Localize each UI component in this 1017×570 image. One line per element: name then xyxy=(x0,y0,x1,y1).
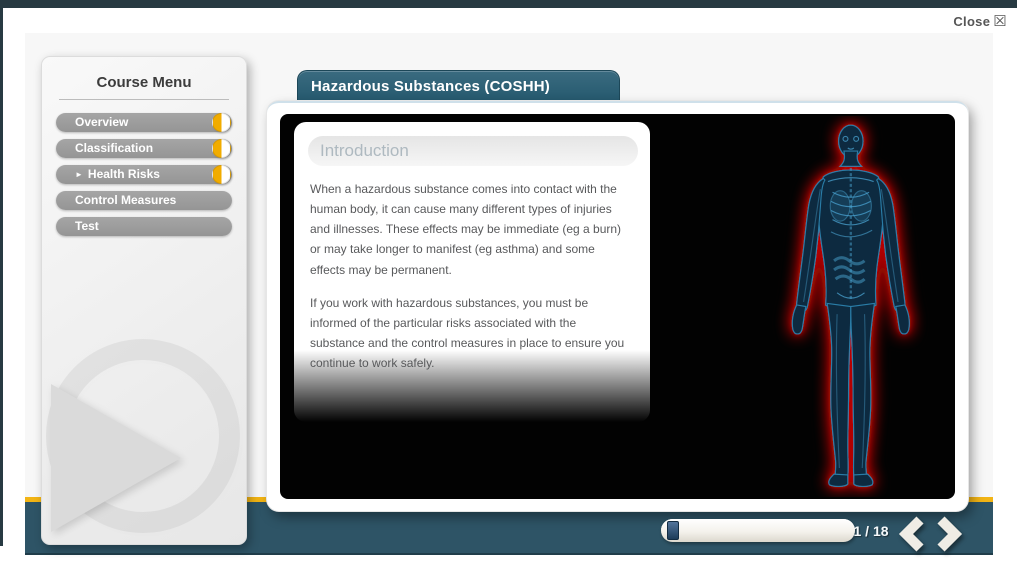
play-icon xyxy=(51,384,181,532)
menu-item-overview[interactable]: Overview xyxy=(56,113,232,132)
current-item-arrow-icon: ► xyxy=(75,170,83,179)
slide-stage: Introduction When a hazardous substance … xyxy=(280,114,955,499)
progress-scrubber[interactable] xyxy=(661,519,855,542)
slide-card: Introduction When a hazardous substance … xyxy=(267,101,968,511)
progress-indicator-icon xyxy=(212,113,231,132)
progress-indicator-icon xyxy=(212,165,231,184)
intro-text-card: Introduction When a hazardous substance … xyxy=(294,122,650,422)
window-top-border xyxy=(0,0,1017,8)
menu-item-label: Overview xyxy=(75,115,128,129)
chevron-right-icon xyxy=(933,515,965,553)
menu-item-label: Control Measures xyxy=(75,193,176,207)
menu-item-classification[interactable]: Classification xyxy=(56,139,232,158)
intro-paragraph: When a hazardous substance comes into co… xyxy=(310,179,628,280)
intro-heading-bar: Introduction xyxy=(308,136,638,166)
menu-item-test[interactable]: Test xyxy=(56,217,232,236)
progress-indicator-icon xyxy=(212,139,231,158)
page-indicator: 1 / 18 xyxy=(845,523,897,539)
previous-button[interactable] xyxy=(896,515,928,553)
lesson-title-tab: Hazardous Substances (COSHH) xyxy=(297,70,620,103)
menu-item-label: Classification xyxy=(75,141,153,155)
chevron-left-icon xyxy=(896,515,928,553)
menu-divider xyxy=(59,99,229,100)
menu-item-label: Test xyxy=(75,219,99,233)
scrubber-handle[interactable] xyxy=(667,521,679,540)
window-left-border xyxy=(0,0,3,546)
close-icon: ☒ xyxy=(993,13,1007,30)
close-button[interactable]: Close☒ xyxy=(953,12,1007,30)
course-menu-title: Course Menu xyxy=(42,74,246,91)
xray-body-illustration xyxy=(767,116,935,497)
course-menu-panel: Course Menu Overview Classification ► Hea… xyxy=(41,56,247,545)
close-label: Close xyxy=(953,14,990,29)
lesson-title: Hazardous Substances (COSHH) xyxy=(298,71,619,95)
intro-heading: Introduction xyxy=(308,136,638,166)
menu-item-health-risks[interactable]: ► Health Risks xyxy=(56,165,232,184)
next-button[interactable] xyxy=(933,515,965,553)
menu-item-label: Health Risks xyxy=(88,167,160,181)
intro-paragraph: If you work with hazardous substances, y… xyxy=(310,293,628,374)
menu-item-control-measures[interactable]: Control Measures xyxy=(56,191,232,210)
